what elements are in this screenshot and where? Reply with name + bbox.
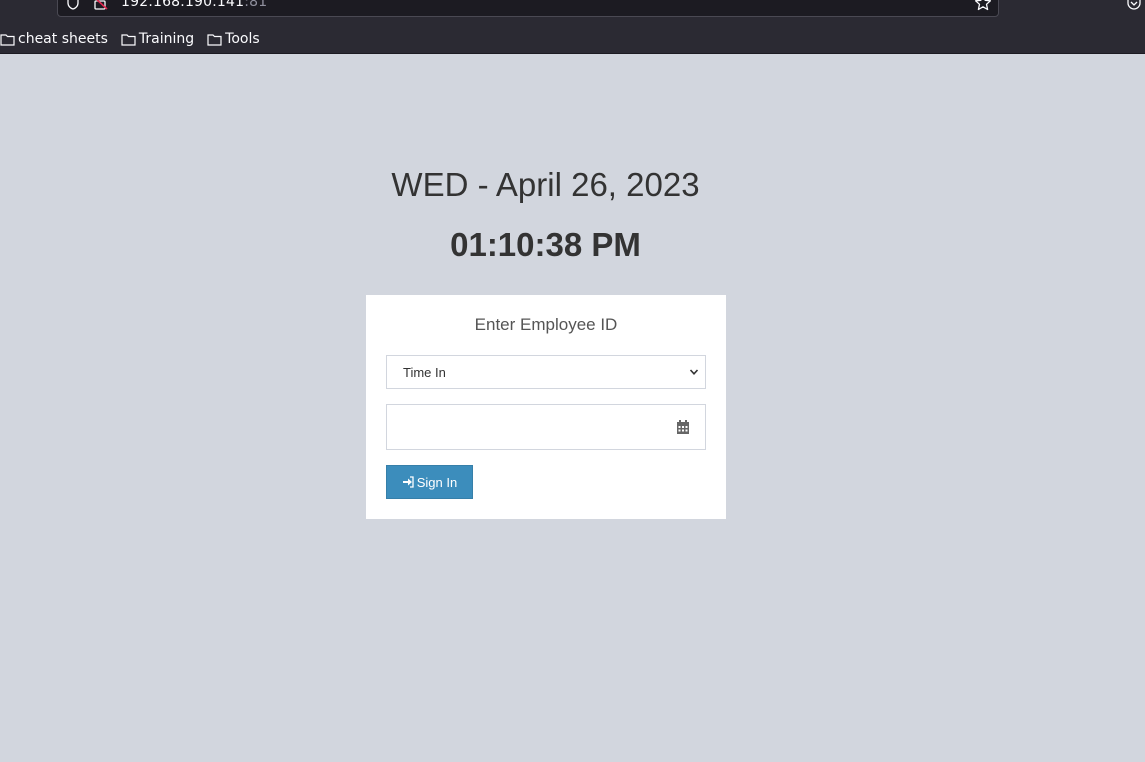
employee-id-input[interactable] [387, 405, 657, 449]
shield-icon[interactable] [66, 0, 80, 10]
browser-toolbar: 192.168.190.141:81 cheat sheets Training… [0, 0, 1145, 54]
form-title: Enter Employee ID [474, 315, 618, 334]
folder-icon [207, 33, 222, 46]
sign-in-button[interactable]: Sign In [386, 465, 473, 499]
bookmarks-toolbar: cheat sheets Training Tools [0, 28, 273, 50]
login-box: Enter Employee ID Time In Sign In [366, 295, 726, 519]
bookmark-label: Tools [225, 31, 260, 47]
bookmark-star-icon[interactable] [974, 0, 992, 12]
status-select[interactable]: Time In [386, 355, 706, 389]
sign-in-label: Sign In [416, 474, 458, 490]
url-text[interactable]: 192.168.190.141:81 [121, 0, 267, 10]
bookmark-tools[interactable]: Tools [207, 31, 260, 47]
bookmark-cheat-sheets[interactable]: cheat sheets [0, 31, 108, 47]
folder-icon [121, 33, 136, 46]
folder-icon [0, 33, 15, 46]
bookmark-label: cheat sheets [18, 31, 108, 47]
status-select-value: Time In [403, 365, 446, 380]
pocket-icon[interactable] [1126, 0, 1142, 11]
calendar-icon [677, 420, 689, 434]
bookmark-label: Training [138, 31, 195, 47]
current-date: WED - April 26, 2023 [391, 166, 700, 203]
chevron-down-icon [689, 369, 699, 375]
current-time: 01:10:38 PM [450, 226, 641, 263]
employee-id-field[interactable] [386, 404, 706, 450]
insecure-lock-icon[interactable] [93, 0, 109, 10]
sign-in-icon [402, 476, 414, 488]
bookmark-training[interactable]: Training [121, 31, 194, 47]
